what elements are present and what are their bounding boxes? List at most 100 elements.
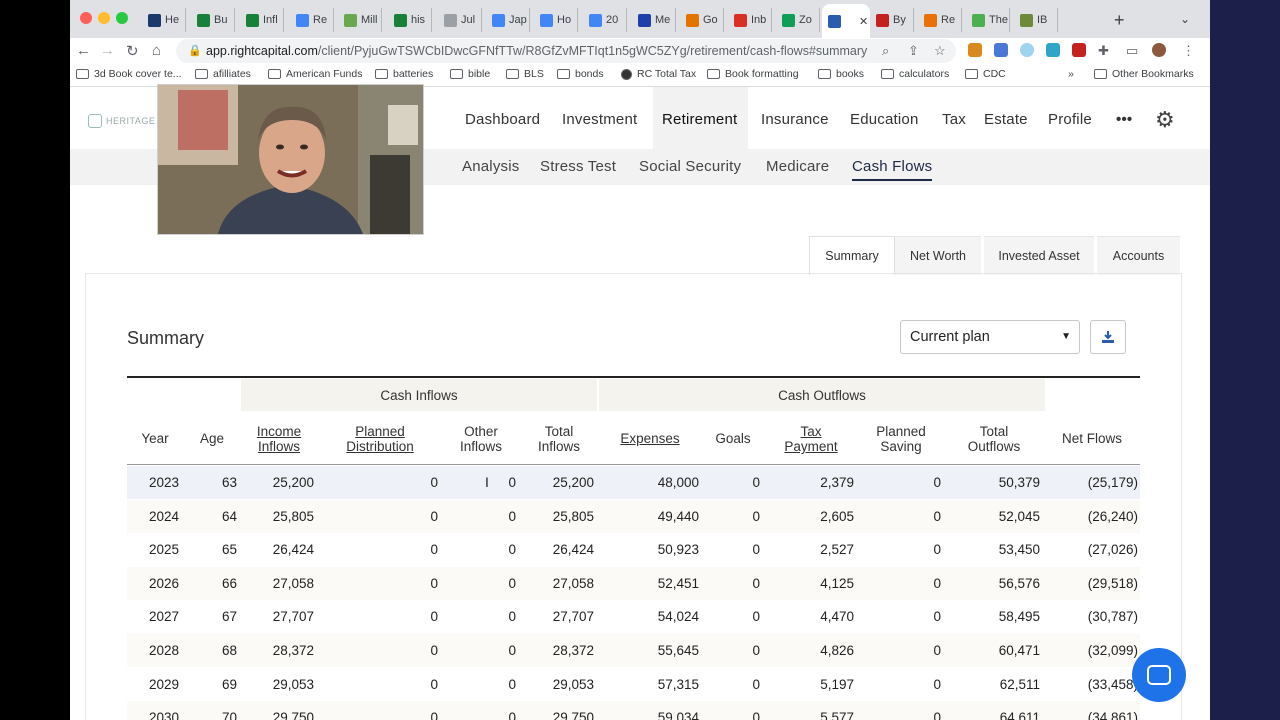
bookmark-item[interactable]: 3d Book cover te... xyxy=(76,68,182,80)
share-icon[interactable]: ⇪ xyxy=(908,43,919,59)
download-button[interactable] xyxy=(1090,320,1126,354)
chevron-down-icon[interactable]: ⌄ xyxy=(1180,12,1190,26)
plan-select-value: Current plan xyxy=(910,329,990,345)
nav-retirement[interactable]: Retirement xyxy=(662,111,737,128)
bookmark-item[interactable]: batteries xyxy=(375,68,433,80)
nav-investment[interactable]: Investment xyxy=(562,111,637,128)
bookmark-item[interactable]: American Funds xyxy=(268,68,362,80)
column-header[interactable]: Planned Distribution xyxy=(325,424,435,454)
table-cell: 56,576 xyxy=(998,575,1040,591)
bookmark-star-icon[interactable]: ☆ xyxy=(934,43,946,59)
bookmark-item[interactable]: RC Total Tax xyxy=(621,68,696,80)
browser-tab[interactable]: Re xyxy=(918,8,962,32)
table-cell: (33,458) xyxy=(1087,676,1138,692)
close-window-icon[interactable] xyxy=(80,12,92,24)
browser-tab[interactable]: 20 xyxy=(583,8,627,32)
back-icon[interactable]: ← xyxy=(76,42,91,59)
gear-icon[interactable]: ⚙ xyxy=(1155,107,1175,133)
puzzle-extensions-icon[interactable]: ✚ xyxy=(1098,43,1109,59)
plan-select[interactable]: Current plan ▼ xyxy=(900,320,1080,354)
browser-tab[interactable]: Me xyxy=(632,8,676,32)
reload-icon[interactable]: ↻ xyxy=(126,42,139,60)
table-cell: (32,099) xyxy=(1087,643,1138,658)
table-row: 2029 69 29,053 0 0 29,053 57,315 0 5,197 0 62,511 (… xyxy=(127,668,1140,701)
bookmark-label: calculators xyxy=(899,68,950,80)
browser-tab[interactable]: ✕ xyxy=(822,4,870,38)
browser-tab[interactable]: He xyxy=(142,8,186,32)
subnav-stress-test[interactable]: Stress Test xyxy=(540,158,616,175)
pdf-extension-icon[interactable] xyxy=(1072,43,1086,57)
browser-tab[interactable]: The xyxy=(966,8,1010,32)
new-tab-icon[interactable]: + xyxy=(1114,10,1125,31)
bookmark-item[interactable]: Book formatting xyxy=(707,68,799,80)
maximize-window-icon[interactable] xyxy=(116,12,128,24)
table-cell: 0 xyxy=(933,710,941,720)
nav-more-button[interactable]: ••• xyxy=(1116,111,1132,128)
browser-tab[interactable]: Infl xyxy=(240,8,284,32)
sidebar-icon[interactable]: ▭ xyxy=(1126,43,1138,59)
bookmark-item[interactable]: afilliates xyxy=(195,68,251,80)
subnav-analysis[interactable]: Analysis xyxy=(462,158,519,175)
nav-dashboard[interactable]: Dashboard xyxy=(465,111,540,128)
more-menu-icon[interactable]: ⋮ xyxy=(1182,43,1195,59)
tab-favicon-icon xyxy=(876,13,889,27)
tab-net-worth[interactable]: Net Worth xyxy=(895,236,981,275)
table-cell: 2024 xyxy=(148,508,179,524)
other-bookmarks[interactable]: Other Bookmarks xyxy=(1094,68,1194,80)
home-icon[interactable]: ⌂ xyxy=(152,42,161,59)
browser-tab[interactable]: IB xyxy=(1014,8,1058,32)
nav-insurance[interactable]: Insurance xyxy=(761,111,829,128)
nav-tax[interactable]: Tax xyxy=(942,111,966,128)
folder-icon xyxy=(450,69,463,79)
browser-tab[interactable]: Inb xyxy=(728,8,772,32)
bookmark-item[interactable]: books xyxy=(818,68,864,80)
extension-icon[interactable] xyxy=(1046,43,1060,57)
extension-icon[interactable] xyxy=(1020,43,1034,57)
profile-avatar[interactable] xyxy=(1152,43,1166,57)
nav-education[interactable]: Education xyxy=(850,111,919,128)
tab-accounts[interactable]: Accounts xyxy=(1097,236,1180,275)
bookmark-label: BLS xyxy=(524,68,544,80)
browser-tab[interactable]: Mill xyxy=(338,8,382,32)
bookmarks-overflow[interactable]: » xyxy=(1068,68,1074,80)
browser-tab[interactable]: Re xyxy=(290,8,334,32)
bookmark-item[interactable]: bible xyxy=(450,68,490,80)
extension-icon[interactable] xyxy=(994,43,1008,57)
nav-profile[interactable]: Profile xyxy=(1048,111,1092,128)
tab-title: The xyxy=(989,14,1008,26)
tab-invested-asset[interactable]: Invested Asset xyxy=(984,236,1094,275)
table-cell: 52,451 xyxy=(657,575,699,591)
tab-summary[interactable]: Summary xyxy=(809,236,895,275)
subnav-cash-flows[interactable]: Cash Flows xyxy=(852,158,933,181)
subnav-social-security[interactable]: Social Security xyxy=(639,158,741,175)
browser-tab[interactable]: Jul xyxy=(438,8,482,32)
company-logo[interactable]: HERITAGE xyxy=(88,114,155,128)
browser-tab[interactable]: By xyxy=(870,8,914,32)
close-tab-icon[interactable]: ✕ xyxy=(859,15,868,28)
bookmark-item[interactable]: bonds xyxy=(557,68,604,80)
table-row: 2025 65 26,424 0 0 26,424 50,923 0 2,527 0 53,450 (… xyxy=(127,533,1140,566)
subnav-medicare[interactable]: Medicare xyxy=(766,158,829,175)
bookmark-item[interactable]: BLS xyxy=(506,68,544,80)
extension-icon[interactable] xyxy=(968,43,982,57)
browser-tab[interactable]: Ho xyxy=(534,8,578,32)
table-cell: 25,200 xyxy=(272,475,314,490)
table-cell: 0 xyxy=(933,475,941,490)
page-title: Summary xyxy=(127,328,205,348)
nav-estate[interactable]: Estate xyxy=(984,111,1028,128)
table-cell: 4,470 xyxy=(820,609,854,625)
chat-launcher-button[interactable] xyxy=(1132,648,1186,702)
bookmark-item[interactable]: CDC xyxy=(965,68,1006,80)
column-header[interactable]: Income Inflows xyxy=(224,424,334,454)
table-cell: 0 xyxy=(430,710,438,720)
browser-tab[interactable]: Jap xyxy=(486,8,530,32)
browser-tab[interactable]: Bu xyxy=(191,8,235,32)
browser-tab[interactable]: his xyxy=(388,8,432,32)
browser-tab[interactable]: Zo xyxy=(776,8,820,32)
zoom-search-icon[interactable]: ⌕ xyxy=(882,43,889,59)
minimize-window-icon[interactable] xyxy=(98,12,110,24)
address-bar[interactable]: 🔒 app.rightcapital.com/client/PyjuGwTSWC… xyxy=(176,39,956,63)
bookmark-item[interactable]: calculators xyxy=(881,68,949,80)
browser-tab[interactable]: Go xyxy=(680,8,724,32)
forward-icon[interactable]: → xyxy=(100,42,115,59)
